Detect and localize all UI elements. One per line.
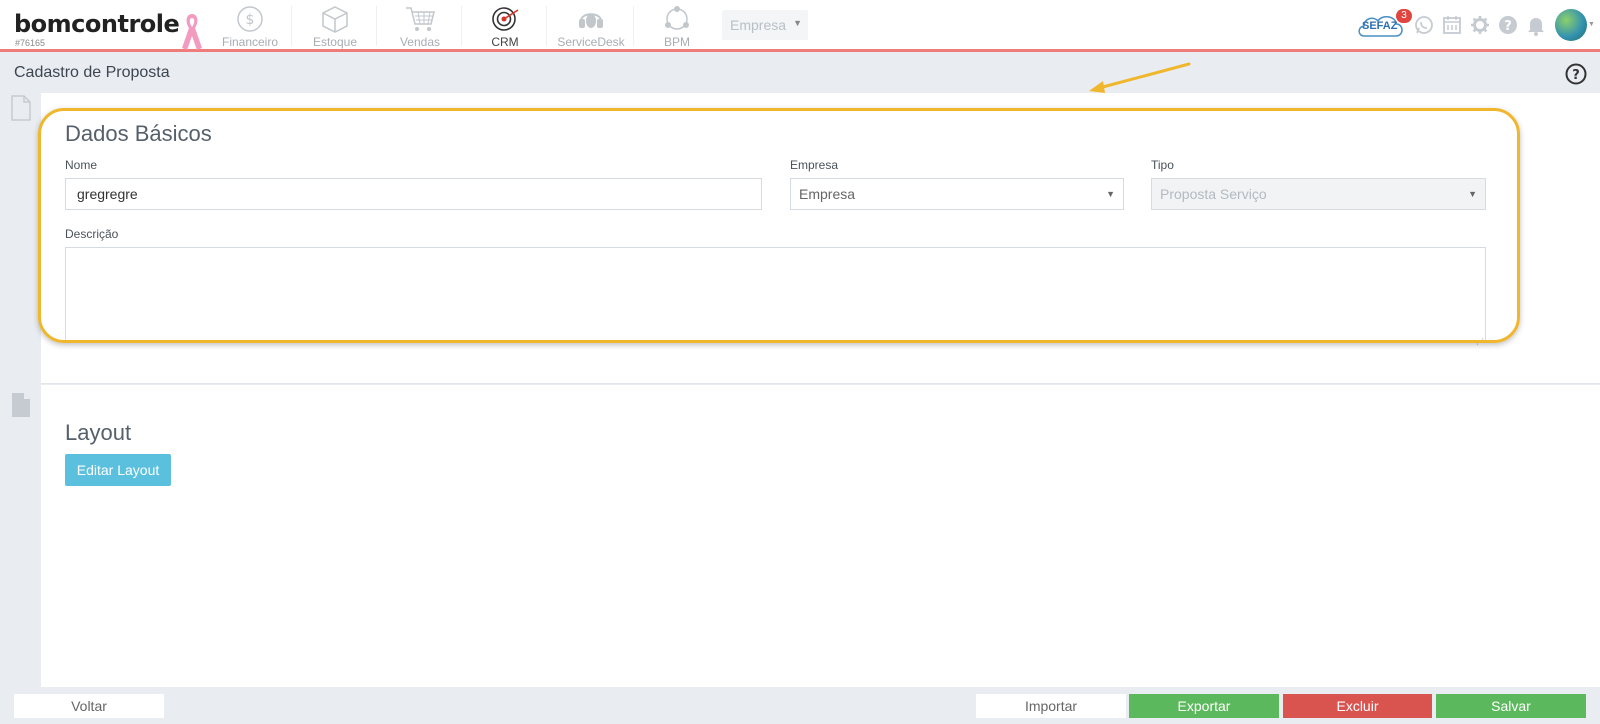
module-label: Financeiro <box>221 35 279 49</box>
import-button[interactable]: Importar <box>976 694 1126 718</box>
divider <box>546 6 547 46</box>
chevron-down-icon: ▼ <box>1588 21 1595 28</box>
layout-panel <box>41 385 1600 687</box>
headset-icon <box>579 13 603 28</box>
box-icon <box>322 6 348 33</box>
target-icon <box>492 7 519 31</box>
module-label: BPM <box>663 35 690 49</box>
chevron-down-icon: ▼ <box>793 18 802 28</box>
logo-text: bomcontrole <box>14 10 180 38</box>
avatar[interactable] <box>1555 9 1587 41</box>
company-dropdown[interactable]: Empresa ▼ <box>790 178 1124 210</box>
chevron-down-icon: ▼ <box>1106 189 1115 199</box>
module-estoque[interactable]: Estoque <box>294 4 376 49</box>
notification-badge: 3 <box>1396 9 1412 23</box>
name-label: Nome <box>65 158 98 172</box>
svg-text:?: ? <box>1572 68 1580 83</box>
network-icon <box>665 6 689 30</box>
document-icon <box>12 393 30 417</box>
divider <box>461 6 462 46</box>
company-select[interactable]: Empresa ▼ <box>722 10 808 40</box>
coin-dollar-icon: $ <box>237 6 263 32</box>
module-label: Vendas <box>399 35 441 49</box>
calendar-icon[interactable] <box>1441 14 1463 36</box>
top-bar: bomcontrole #76165 $ Financeiro Estoque … <box>0 0 1600 52</box>
whatsapp-icon[interactable] <box>1413 14 1435 36</box>
company-select-value: Empresa <box>730 17 787 33</box>
document-outline-icon <box>11 95 31 121</box>
shopping-cart-icon <box>406 7 435 31</box>
company-dropdown-value: Empresa <box>799 186 856 202</box>
module-label: CRM <box>491 35 519 49</box>
account-id: #76165 <box>15 38 46 48</box>
module-vendas[interactable]: Vendas <box>379 4 461 49</box>
edit-layout-button[interactable]: Editar Layout <box>65 454 171 486</box>
divider <box>376 6 377 46</box>
bell-icon[interactable] <box>1525 14 1547 36</box>
export-button[interactable]: Exportar <box>1129 694 1279 718</box>
svg-text:$: $ <box>246 12 255 28</box>
description-label: Descrição <box>65 227 119 241</box>
page-title: Cadastro de Proposta <box>14 64 170 81</box>
page-header: Cadastro de Proposta ? <box>0 55 1600 93</box>
divider <box>633 6 634 46</box>
module-label: Estoque <box>312 35 358 49</box>
module-crm[interactable]: CRM <box>464 4 546 49</box>
sefaz-label: SEFAZ <box>1362 20 1398 32</box>
module-bpm[interactable]: BPM <box>636 4 718 49</box>
save-button[interactable]: Salvar <box>1436 694 1586 718</box>
resize-handle-icon[interactable]: ⋰ <box>1476 337 1484 346</box>
svg-text:?: ? <box>1504 19 1512 34</box>
type-label: Tipo <box>1151 158 1174 172</box>
company-label: Empresa <box>790 158 839 172</box>
gear-icon[interactable] <box>1469 14 1491 36</box>
section-title-layout: Layout <box>65 420 132 445</box>
description-textarea[interactable] <box>65 247 1486 341</box>
type-dropdown[interactable]: Proposta Serviço ▼ <box>1151 178 1486 210</box>
name-input[interactable] <box>65 178 762 210</box>
help-circle-icon[interactable]: ? <box>1497 14 1519 36</box>
type-dropdown-value: Proposta Serviço <box>1160 186 1267 202</box>
section-title-basic-data: Dados Básicos <box>65 121 212 146</box>
logo[interactable]: bomcontrole #76165 <box>14 10 180 48</box>
question-circle-icon[interactable]: ? <box>1565 63 1587 85</box>
chevron-down-icon: ▼ <box>1468 189 1477 199</box>
divider <box>291 6 292 46</box>
delete-button[interactable]: Excluir <box>1283 694 1432 718</box>
back-button[interactable]: Voltar <box>14 694 164 718</box>
pink-ribbon-icon <box>182 14 202 50</box>
module-financeiro[interactable]: $ Financeiro <box>209 4 291 49</box>
module-servicedesk[interactable]: ServiceDesk <box>550 4 632 49</box>
module-label: ServiceDesk <box>557 35 625 49</box>
